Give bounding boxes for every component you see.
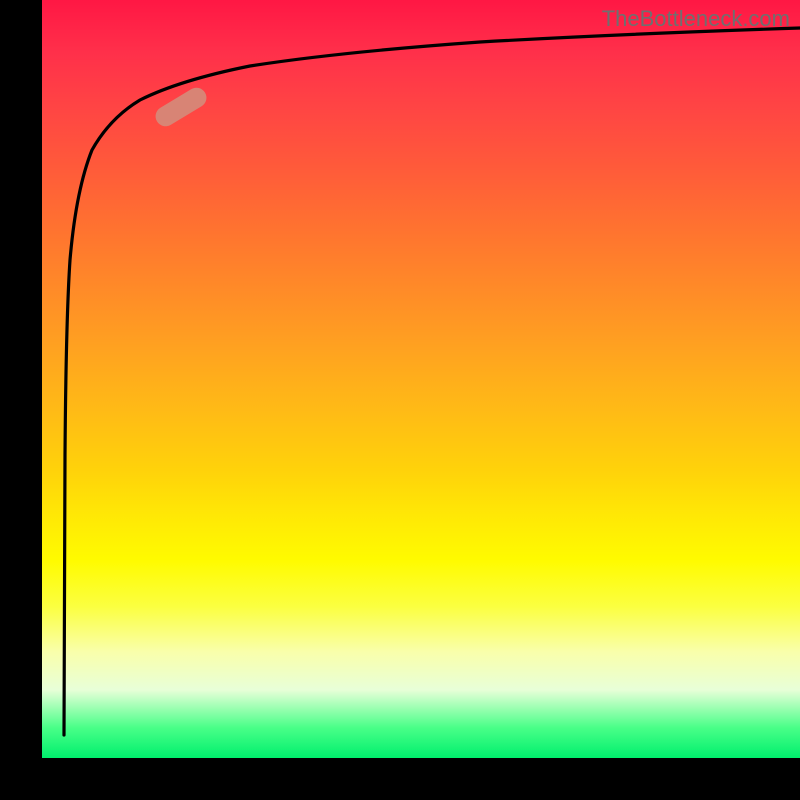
y-axis [0,0,42,800]
x-axis [0,758,800,800]
watermark-text: TheBottleneck.com [602,6,790,32]
bottleneck-chart: TheBottleneck.com [0,0,800,800]
